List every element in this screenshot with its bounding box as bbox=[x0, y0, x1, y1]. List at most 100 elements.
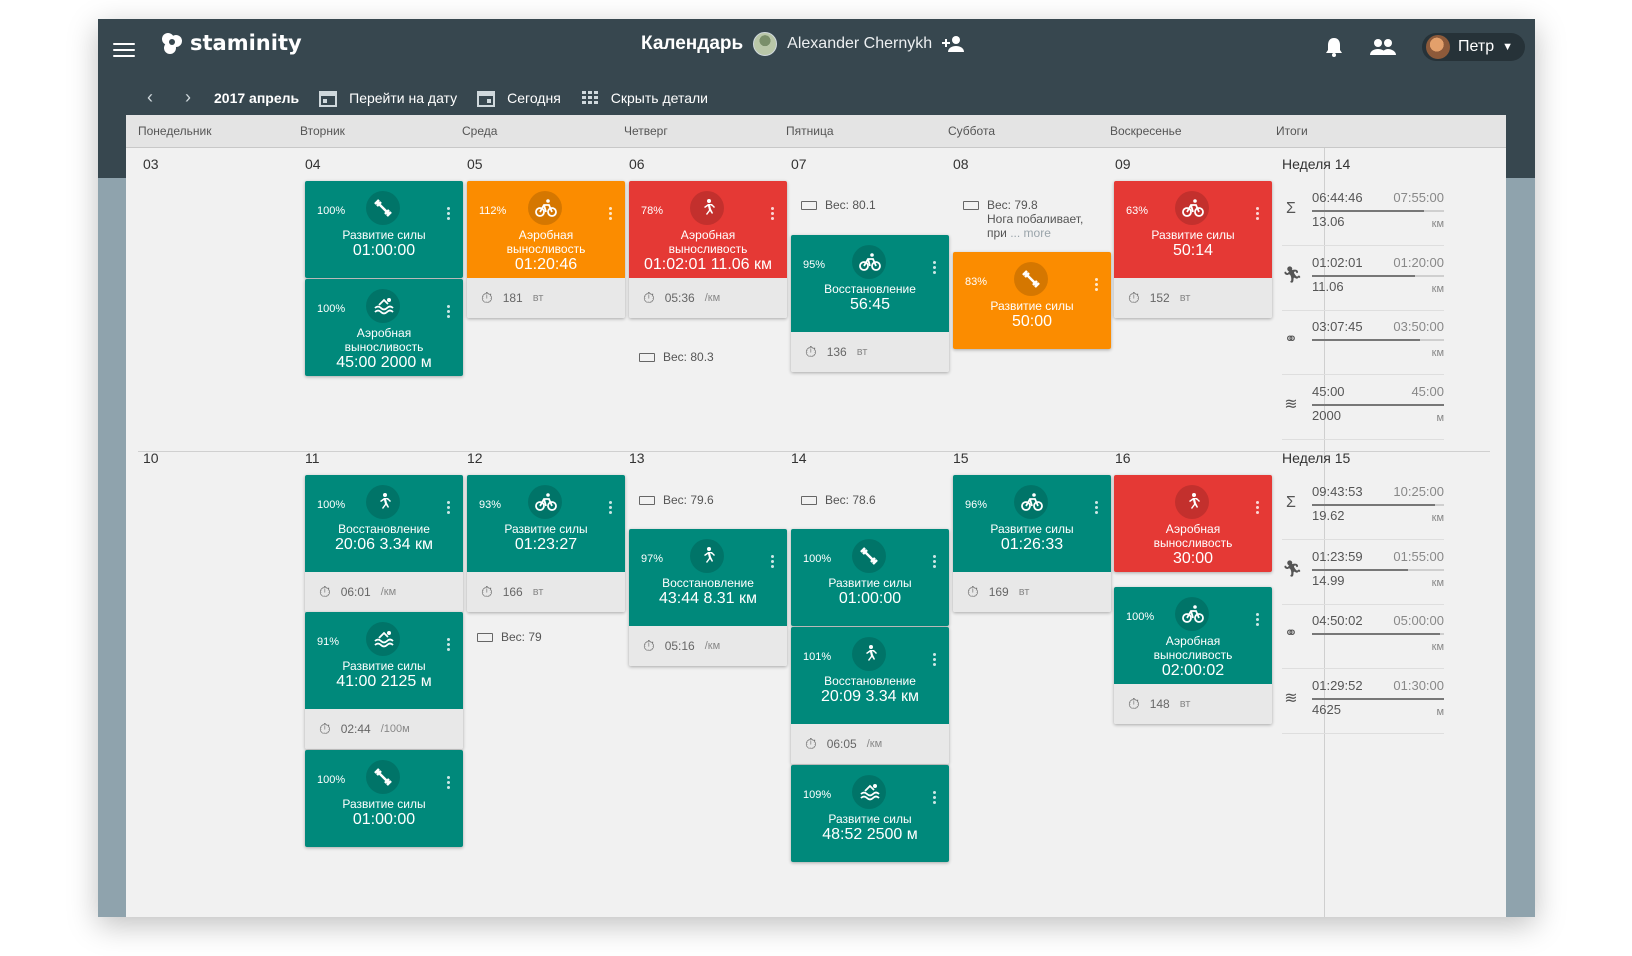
day-number[interactable]: 09 bbox=[1115, 156, 1131, 172]
next-month-button[interactable]: › bbox=[176, 87, 200, 108]
total-unit: км bbox=[1431, 282, 1444, 295]
workout-card[interactable]: 101% Восстановление 20:09 3.34 км ⏱ 06:05/км bbox=[791, 627, 949, 764]
note-body: Вес: 80.3 bbox=[663, 350, 714, 364]
summary-unit: вт bbox=[1179, 698, 1191, 710]
workout-card[interactable]: 100% Развитие силы 01:00:00 bbox=[305, 750, 463, 847]
more-vert-icon[interactable] bbox=[447, 501, 451, 516]
more-vert-icon[interactable] bbox=[1256, 501, 1260, 516]
more-vert-icon[interactable] bbox=[609, 501, 613, 516]
day-number[interactable]: 07 bbox=[791, 156, 807, 172]
day-number[interactable]: 05 bbox=[467, 156, 483, 172]
day-number[interactable]: 03 bbox=[143, 156, 159, 172]
more-vert-icon[interactable] bbox=[1095, 501, 1099, 516]
weight-note[interactable]: Вес: 79.6 bbox=[639, 493, 714, 507]
workout-card[interactable]: 100% Развитие силы 01:00:00 bbox=[791, 529, 949, 626]
note-text: Вес: 80.1 bbox=[825, 198, 876, 212]
more-vert-icon[interactable] bbox=[447, 776, 451, 791]
logo[interactable]: staminity bbox=[158, 29, 302, 57]
total-unit: км bbox=[1431, 347, 1444, 359]
day-number[interactable]: 08 bbox=[953, 156, 969, 172]
workout-card[interactable]: 78% Аэробная выносливость 01:02:01 11.06 к… bbox=[629, 181, 787, 318]
menu-icon[interactable] bbox=[113, 39, 135, 59]
workout-card[interactable]: Аэробная выносливость 30:00 bbox=[1114, 475, 1272, 572]
more-vert-icon[interactable] bbox=[1256, 613, 1260, 628]
workout-card[interactable]: 91% Развитие силы 41:00 2125 м ⏱ 02:44/100м bbox=[305, 612, 463, 749]
more-vert-icon[interactable] bbox=[771, 207, 775, 222]
total-progress bbox=[1312, 568, 1444, 571]
workout-card[interactable]: 112% Аэробная выносливость 01:20:46 ⏱ 181 вт bbox=[467, 181, 625, 318]
more-vert-icon[interactable] bbox=[447, 305, 451, 320]
bell-icon[interactable] bbox=[1324, 36, 1344, 58]
workout-card[interactable]: 100% Восстановление 20:06 3.34 км ⏱ 06:01/км bbox=[305, 475, 463, 612]
strength-icon bbox=[366, 191, 400, 225]
total-progress bbox=[1312, 274, 1444, 277]
total-planned: 01:20:00 bbox=[1393, 254, 1444, 270]
workout-label: Развитие силы bbox=[342, 797, 426, 811]
swim-icon: ≋ bbox=[1284, 689, 1298, 707]
stopwatch-icon: ⏱ bbox=[481, 583, 493, 601]
more-vert-icon[interactable] bbox=[933, 555, 937, 570]
weight-note[interactable]: Вес: 79 bbox=[477, 630, 542, 644]
workout-label: Развитие силы bbox=[828, 576, 912, 590]
group-icon[interactable] bbox=[1370, 38, 1397, 56]
workout-card[interactable]: 96% Развитие силы 01:26:33 ⏱ 169 вт bbox=[953, 475, 1111, 612]
logo-text: staminity bbox=[190, 31, 302, 55]
goto-date-button[interactable]: Перейти на дату bbox=[319, 89, 457, 107]
more-vert-icon[interactable] bbox=[1256, 207, 1260, 222]
prev-month-button[interactable]: ‹ bbox=[138, 87, 162, 108]
workout-value: 30:00 bbox=[1172, 550, 1214, 567]
hide-details-button[interactable]: Скрыть детали bbox=[581, 89, 708, 107]
day-number[interactable]: 16 bbox=[1115, 450, 1131, 466]
workout-label: Развитие силы bbox=[504, 522, 588, 536]
stopwatch-icon: ⏱ bbox=[805, 735, 817, 753]
day-number[interactable]: 10 bbox=[143, 450, 159, 466]
workout-card[interactable]: 100% Аэробная выносливость 45:00 2000 м bbox=[305, 279, 463, 376]
workout-value: 45:00 2000 м bbox=[336, 354, 432, 371]
workout-label: Развитие силы bbox=[990, 522, 1074, 536]
more-link[interactable]: ... more bbox=[1010, 226, 1051, 240]
more-vert-icon[interactable] bbox=[609, 207, 613, 222]
workout-card[interactable]: 100% Аэробная выносливость 02:00:02 ⏱ 148 вт bbox=[1114, 587, 1272, 724]
workout-card[interactable]: 93% Развитие силы 01:23:27 ⏱ 166 вт bbox=[467, 475, 625, 612]
calendar-header: Календарь Alexander Chernykh bbox=[641, 32, 966, 56]
sigma-icon: Σ bbox=[1286, 494, 1296, 511]
weight-note[interactable]: Вес: 78.6 bbox=[801, 493, 876, 507]
workout-card-body: 96% Развитие силы 01:26:33 bbox=[953, 475, 1111, 572]
day-number[interactable]: 04 bbox=[305, 156, 321, 172]
more-vert-icon[interactable] bbox=[933, 261, 937, 276]
workout-card[interactable]: 95% Восстановление 56:45 ⏱ 136 вт bbox=[791, 235, 949, 372]
weight-note[interactable]: Вес: 80.1 bbox=[801, 198, 876, 212]
total-row: ≋ 45:00 45:00 2000 м bbox=[1282, 376, 1444, 440]
note-body: Вес: 79 bbox=[501, 630, 542, 644]
athlete-name[interactable]: Alexander Chernykh bbox=[787, 35, 932, 53]
more-vert-icon[interactable] bbox=[1095, 278, 1099, 293]
today-button[interactable]: Сегодня bbox=[477, 89, 561, 107]
day-number[interactable]: 11 bbox=[305, 450, 320, 466]
day-number[interactable]: 15 bbox=[953, 450, 969, 466]
workout-card[interactable]: 83% Развитие силы 50:00 bbox=[953, 252, 1111, 349]
weight-note[interactable]: Вес: 79.8 Нога побаливает, при ... more bbox=[963, 198, 1083, 240]
day-number[interactable]: 13 bbox=[629, 450, 645, 466]
workout-card-body: 100% Аэробная выносливость 02:00:02 bbox=[1114, 587, 1272, 684]
workout-card[interactable]: 63% Развитие силы 50:14 ⏱ 152 вт bbox=[1114, 181, 1272, 318]
weight-note[interactable]: Вес: 80.3 bbox=[639, 350, 714, 364]
more-vert-icon[interactable] bbox=[447, 207, 451, 222]
athlete-avatar[interactable] bbox=[753, 32, 778, 56]
add-athlete-icon[interactable] bbox=[942, 34, 966, 54]
workout-card[interactable]: 109% Развитие силы 48:52 2500 м bbox=[791, 765, 949, 862]
summary-unit: вт bbox=[1179, 292, 1191, 304]
more-vert-icon[interactable] bbox=[933, 791, 937, 806]
bike-icon bbox=[1175, 597, 1209, 631]
workout-card[interactable]: 97% Восстановление 43:44 8.31 км ⏱ 05:16/км bbox=[629, 529, 787, 666]
day-number[interactable]: 06 bbox=[629, 156, 645, 172]
total-unit: км bbox=[1431, 576, 1444, 589]
day-number[interactable]: 12 bbox=[467, 450, 483, 466]
workout-card[interactable]: 100% Развитие силы 01:00:00 bbox=[305, 181, 463, 278]
stopwatch-icon: ⏱ bbox=[1128, 695, 1140, 713]
strength-icon bbox=[1014, 262, 1048, 296]
more-vert-icon[interactable] bbox=[771, 555, 775, 570]
user-menu[interactable]: Петр ▼ bbox=[1422, 33, 1525, 61]
day-number[interactable]: 14 bbox=[791, 450, 807, 466]
more-vert-icon[interactable] bbox=[447, 638, 451, 653]
more-vert-icon[interactable] bbox=[933, 653, 937, 668]
